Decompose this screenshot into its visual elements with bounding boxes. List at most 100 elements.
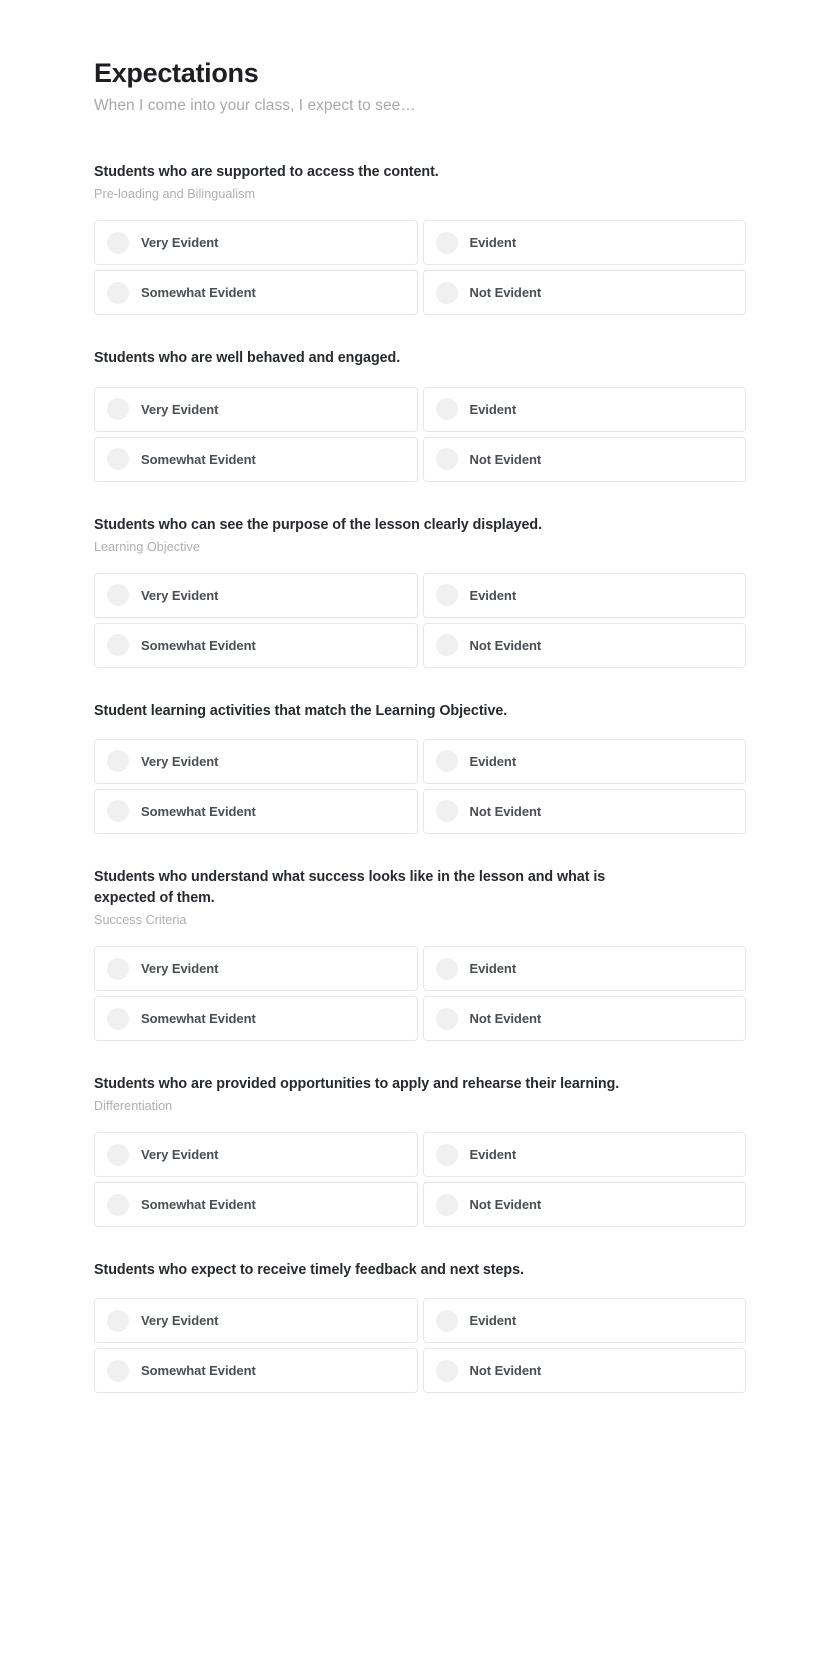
option-card[interactable]: Somewhat Evident	[94, 1182, 418, 1228]
radio-circle-icon[interactable]	[435, 1359, 458, 1382]
option-card[interactable]: Evident	[422, 738, 746, 784]
radio-circle-icon[interactable]	[107, 231, 129, 254]
question-title: Student learning activities that match t…	[94, 702, 508, 719]
option-label: Evident	[469, 961, 517, 977]
radio-circle-icon[interactable]	[107, 1143, 129, 1166]
radio-circle-icon[interactable]	[107, 800, 129, 823]
question-block: Students who understand what success loo…	[94, 867, 746, 1042]
option-label: Somewhat Evident	[141, 1197, 256, 1213]
radio-circle-icon[interactable]	[107, 398, 129, 420]
option-label: Not Evident	[469, 1363, 542, 1379]
option-label: Evident	[469, 1147, 517, 1163]
radio-circle-icon[interactable]	[107, 1309, 129, 1332]
radio-circle-icon[interactable]	[107, 750, 129, 773]
radio-circle-icon[interactable]	[107, 448, 129, 470]
question-block: Students who can see the purpose of the …	[94, 515, 746, 668]
question-subtitle: Differentiation	[94, 1099, 173, 1114]
radio-circle-icon[interactable]	[435, 448, 458, 470]
radio-circle-icon[interactable]	[435, 800, 458, 823]
option-label: Very Evident	[141, 587, 219, 603]
option-card[interactable]: Somewhat Evident	[94, 270, 418, 316]
option-card[interactable]: Very Evident	[94, 220, 418, 266]
question-subtitle: Learning Objective	[94, 539, 200, 554]
question-subtitle: Pre-loading and Bilingualism	[94, 187, 256, 202]
radio-circle-icon[interactable]	[107, 634, 129, 657]
question-block: Students who are supported to access the…	[94, 162, 746, 316]
options-grid: Very Evident Evident Somewhat Evident Not E…	[94, 1298, 746, 1394]
questions-container: Students who are supported to access the…	[94, 162, 746, 1394]
option-label: Somewhat Evident	[141, 1363, 256, 1379]
option-label: Evident	[469, 401, 517, 417]
option-card[interactable]: Not Evident	[422, 436, 746, 482]
radio-circle-icon[interactable]	[435, 750, 458, 773]
radio-circle-icon[interactable]	[435, 584, 458, 607]
radio-circle-icon[interactable]	[107, 957, 129, 980]
radio-circle-icon[interactable]	[435, 1193, 458, 1216]
question-block: Students who expect to receive timely fe…	[94, 1260, 746, 1394]
survey-page: Expectations When I come into your class…	[0, 0, 840, 1680]
option-label: Somewhat Evident	[141, 285, 256, 301]
question-title: Students who expect to receive timely fe…	[94, 1262, 524, 1279]
options-grid: Very Evident Evident Somewhat Evident Not E…	[94, 1132, 746, 1228]
radio-circle-icon[interactable]	[435, 634, 458, 657]
radio-circle-icon[interactable]	[435, 398, 458, 420]
question-title: Students who are supported to access the…	[94, 164, 439, 181]
option-card[interactable]: Evident	[422, 220, 746, 266]
question-block: Students who are provided opportunities …	[94, 1074, 746, 1228]
option-card[interactable]: Evident	[422, 386, 746, 432]
radio-circle-icon[interactable]	[435, 957, 458, 980]
option-label: Not Evident	[469, 1011, 542, 1027]
option-card[interactable]: Evident	[422, 946, 746, 992]
option-label: Somewhat Evident	[141, 1011, 256, 1027]
options-grid: Very Evident Evident Somewhat Evident Not E…	[94, 386, 746, 482]
radio-circle-icon[interactable]	[435, 1143, 458, 1166]
question-title: Students who can see the purpose of the …	[94, 516, 543, 533]
option-card[interactable]: Very Evident	[94, 386, 418, 432]
option-card[interactable]: Not Evident	[422, 788, 746, 834]
radio-circle-icon[interactable]	[107, 584, 129, 607]
option-card[interactable]: Evident	[422, 1132, 746, 1178]
option-card[interactable]: Not Evident	[422, 1182, 746, 1228]
radio-circle-icon[interactable]	[435, 1309, 458, 1332]
page-header: Expectations When I come into your class…	[94, 58, 746, 116]
option-label: Very Evident	[141, 753, 219, 769]
question-block: Student learning activities that match t…	[94, 701, 746, 834]
option-card[interactable]: Evident	[422, 572, 746, 618]
option-card[interactable]: Very Evident	[94, 572, 418, 618]
option-card[interactable]: Somewhat Evident	[94, 788, 418, 834]
option-card[interactable]: Somewhat Evident	[94, 436, 418, 482]
option-label: Not Evident	[469, 1197, 542, 1213]
option-card[interactable]: Somewhat Evident	[94, 1348, 418, 1394]
option-label: Not Evident	[469, 451, 542, 467]
question-block: Students who are well behaved and engage…	[94, 348, 746, 482]
option-card[interactable]: Very Evident	[94, 738, 418, 784]
option-card[interactable]: Somewhat Evident	[94, 622, 418, 668]
option-card[interactable]: Not Evident	[422, 622, 746, 668]
radio-circle-icon[interactable]	[435, 1007, 458, 1030]
option-card[interactable]: Very Evident	[94, 1298, 418, 1344]
survey-content: Expectations When I come into your class…	[0, 0, 840, 1394]
option-card[interactable]: Not Evident	[422, 1348, 746, 1394]
option-label: Evident	[469, 235, 517, 251]
option-card[interactable]: Not Evident	[422, 270, 746, 316]
option-label: Somewhat Evident	[141, 451, 256, 467]
radio-circle-icon[interactable]	[435, 231, 458, 254]
option-card[interactable]: Not Evident	[422, 996, 746, 1042]
option-label: Very Evident	[141, 235, 219, 251]
radio-circle-icon[interactable]	[435, 281, 458, 304]
option-card[interactable]: Somewhat Evident	[94, 996, 418, 1042]
radio-circle-icon[interactable]	[107, 1193, 129, 1216]
radio-circle-icon[interactable]	[107, 1359, 129, 1382]
question-subtitle: Success Criteria	[94, 913, 187, 928]
option-card[interactable]: Very Evident	[94, 1132, 418, 1178]
options-grid: Very Evident Evident Somewhat Evident Not E…	[94, 946, 746, 1042]
question-title: Students who understand what success loo…	[94, 868, 606, 906]
option-card[interactable]: Evident	[422, 1298, 746, 1344]
option-label: Not Evident	[469, 803, 542, 819]
option-card[interactable]: Very Evident	[94, 946, 418, 992]
option-label: Somewhat Evident	[141, 637, 256, 653]
option-label: Evident	[469, 1313, 517, 1329]
question-title: Students who are provided opportunities …	[94, 1076, 620, 1093]
radio-circle-icon[interactable]	[107, 1007, 129, 1030]
radio-circle-icon[interactable]	[107, 281, 129, 304]
